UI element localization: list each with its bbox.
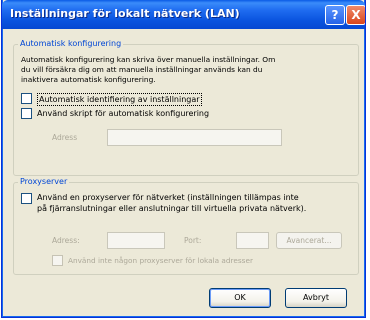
bypass-local-label[interactable]: Använd inte någon proxyserver för lokala… xyxy=(68,255,253,266)
advanced-button[interactable]: Avancerat... xyxy=(276,232,342,249)
proxy-address-input[interactable] xyxy=(107,232,165,249)
script-address-label: Adress xyxy=(52,133,78,142)
cancel-button[interactable]: Avbryt xyxy=(285,288,347,308)
proxy-group: Proxyserver Använd en proxyserver för nä… xyxy=(13,177,359,275)
auto-config-group: Automatisk konfigurering Automatisk konf… xyxy=(13,39,359,176)
auto-config-description-line-1: Automatisk konfigurering kan skriva över… xyxy=(21,55,276,64)
use-script-option[interactable]: Använd skript för automatisk konfigureri… xyxy=(21,108,241,120)
bypass-local-checkbox[interactable] xyxy=(52,255,63,266)
proxy-port-input[interactable] xyxy=(236,232,269,249)
script-address-input[interactable] xyxy=(107,129,282,146)
use-script-label[interactable]: Använd skript för automatisk konfigureri… xyxy=(37,108,209,119)
proxy-group-label: Proxyserver xyxy=(18,177,70,186)
use-proxy-label-line-2[interactable]: på fjärranslutningar eller anslutningar … xyxy=(37,203,306,214)
auto-detect-label[interactable]: Automatisk identifiering av inställninga… xyxy=(37,93,202,106)
title-bar[interactable]: Inställningar för lokalt nätverk (LAN) ?… xyxy=(2,0,365,29)
auto-config-description-line-2: du vill försäkra dig om att manuella ins… xyxy=(21,65,263,74)
use-script-checkbox[interactable] xyxy=(21,108,32,119)
auto-config-description-line-3: inaktivera automatisk konfigurering. xyxy=(21,75,156,84)
window-title: Inställningar för lokalt nätverk (LAN) xyxy=(10,7,240,20)
use-proxy-label-line-1[interactable]: Använd en proxyserver för nätverket (ins… xyxy=(37,192,299,203)
use-proxy-checkbox[interactable] xyxy=(21,193,32,204)
use-proxy-option[interactable]: Använd en proxyserver för nätverket (ins… xyxy=(21,192,356,216)
proxy-address-label: Adress: xyxy=(52,236,80,245)
lan-settings-dialog: Inställningar för lokalt nätverk (LAN) ?… xyxy=(1,0,366,318)
auto-detect-option[interactable]: Automatisk identifiering av inställninga… xyxy=(21,93,241,106)
help-button[interactable]: ? xyxy=(325,5,345,25)
auto-config-group-label: Automatisk konfigurering xyxy=(18,39,124,48)
ok-button[interactable]: OK xyxy=(209,288,271,308)
auto-detect-checkbox[interactable] xyxy=(21,93,32,104)
proxy-port-label: Port: xyxy=(184,236,202,245)
close-button[interactable]: X xyxy=(346,5,365,25)
bypass-local-option[interactable]: Använd inte någon proxyserver för lokala… xyxy=(52,255,332,267)
